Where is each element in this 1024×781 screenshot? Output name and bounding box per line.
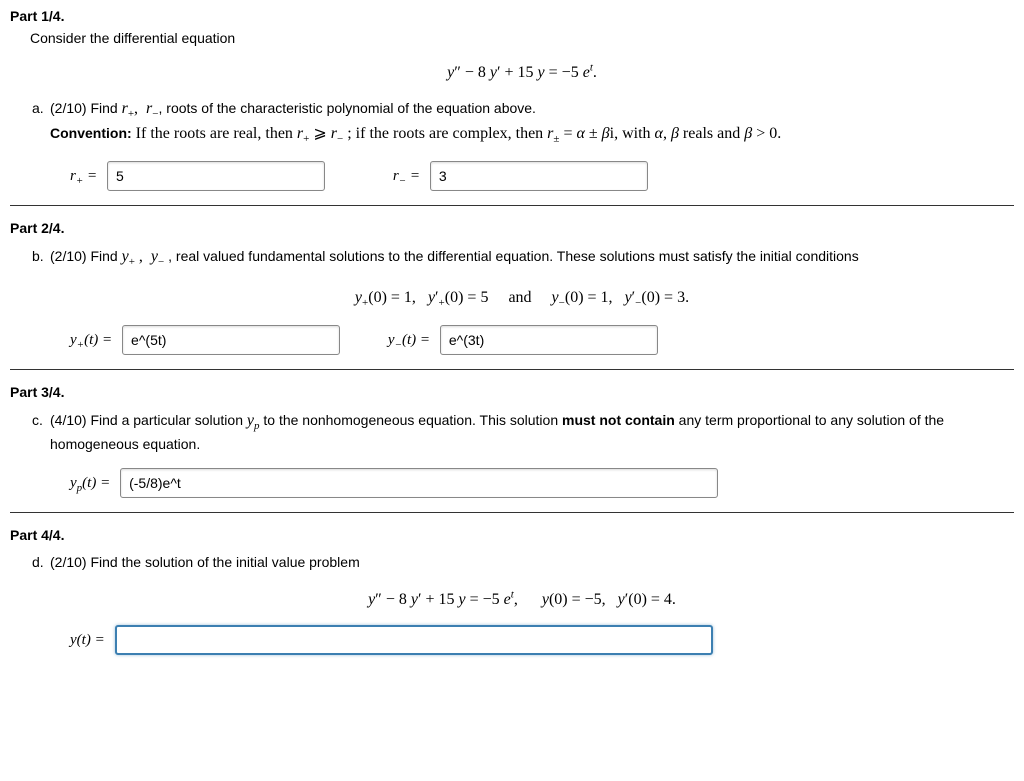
- part1-equation: y″ − 8 y′ + 15 y = −5 et.: [30, 62, 1014, 82]
- yplus-input[interactable]: [122, 325, 340, 355]
- rminus-label: r− =: [393, 168, 420, 187]
- rminus-input[interactable]: [430, 161, 648, 191]
- part2-item-b: b.(2/10) Find y+ , y− , real valued fund…: [50, 246, 1014, 271]
- yp-input[interactable]: [120, 468, 718, 498]
- yminus-label: y−(t) =: [388, 332, 430, 351]
- part1-intro: Consider the differential equation: [30, 30, 1014, 46]
- part-1-header: Part 1/4.: [10, 8, 1014, 24]
- part4-item-d: d.(2/10) Find the solution of the initia…: [50, 553, 1014, 573]
- part3-item-c: c.(4/10) Find a particular solution yp t…: [50, 410, 1014, 454]
- y-input[interactable]: [115, 625, 713, 655]
- y-label: y(t) =: [70, 632, 105, 649]
- part4-ivp-equation: y″ − 8 y′ + 15 y = −5 et, y(0) = −5, y′(…: [30, 589, 1014, 609]
- part-3-header: Part 3/4.: [10, 384, 1014, 400]
- yplus-label: y+(t) =: [70, 332, 112, 351]
- part2-ic-equation: y+(0) = 1, y′+(0) = 5 and y−(0) = 1, y′−…: [30, 287, 1014, 309]
- part-2-header: Part 2/4.: [10, 220, 1014, 236]
- rplus-label: r+ =: [70, 168, 97, 187]
- rplus-input[interactable]: [107, 161, 325, 191]
- yp-label: yp(t) =: [70, 475, 110, 494]
- part1-item-a: a.(2/10) Find r+, r−, roots of the chara…: [50, 98, 1014, 147]
- yminus-input[interactable]: [440, 325, 658, 355]
- part-4-header: Part 4/4.: [10, 527, 1014, 543]
